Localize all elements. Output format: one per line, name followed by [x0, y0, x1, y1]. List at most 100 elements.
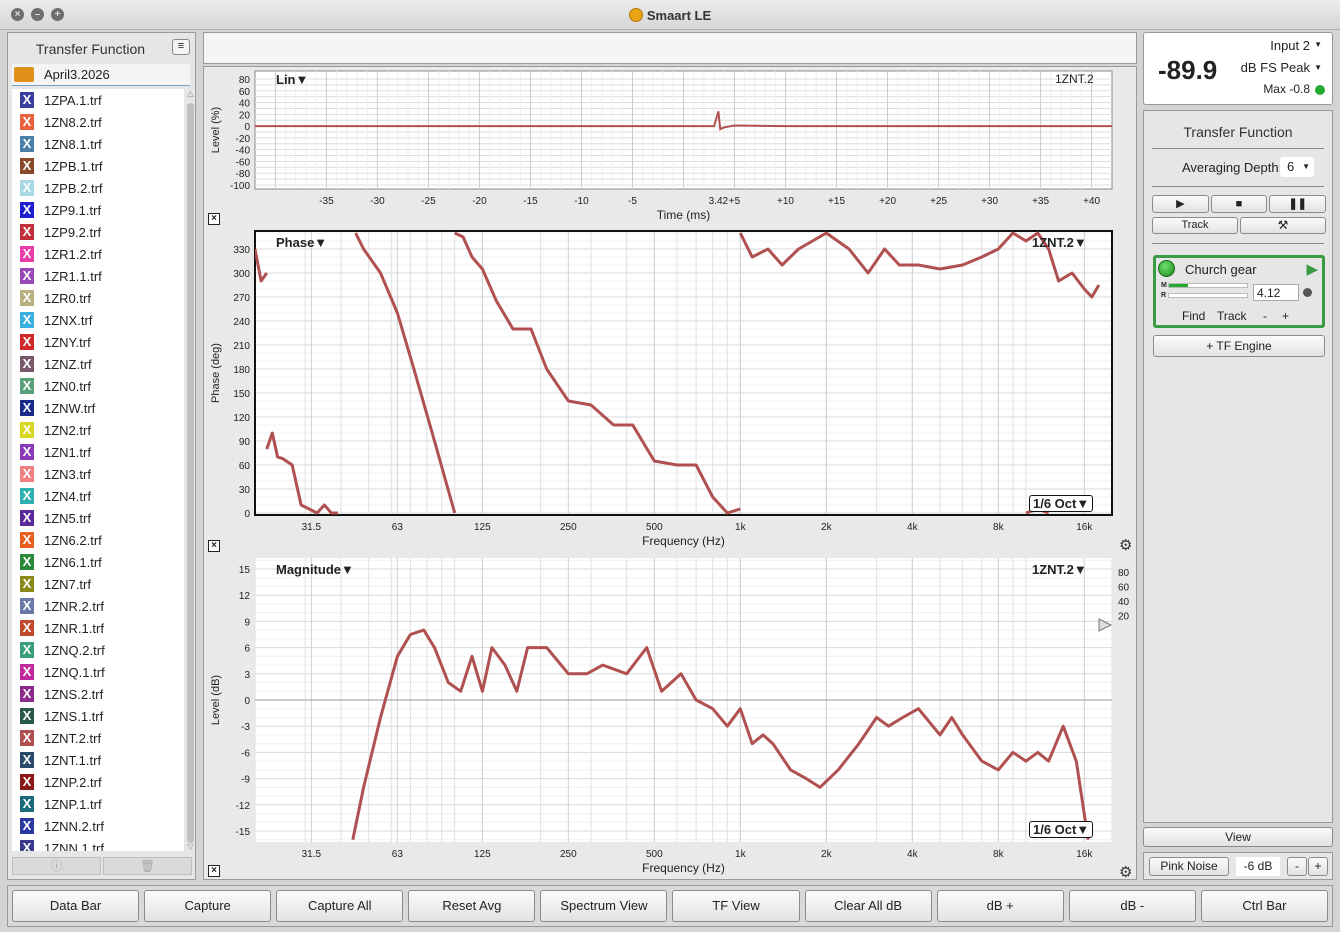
- add-tf-engine-button[interactable]: + TF Engine: [1153, 335, 1325, 357]
- stop-icon[interactable]: ■: [1210, 195, 1268, 213]
- pause-icon[interactable]: ❚❚: [1269, 195, 1327, 213]
- impulse-close-icon[interactable]: ×: [208, 213, 220, 225]
- view-button[interactable]: View: [1143, 827, 1333, 847]
- averaging-dropdown[interactable]: 6 ▼: [1280, 157, 1314, 177]
- file-list-item[interactable]: X 1ZNX.trf: [12, 309, 184, 331]
- reset-avg-button[interactable]: Reset Avg: [408, 890, 536, 922]
- file-list-item[interactable]: X 1ZN4.trf: [12, 485, 184, 507]
- scroll-thumb[interactable]: [187, 103, 194, 843]
- measurement-on-icon[interactable]: [1158, 260, 1175, 277]
- file-list-item[interactable]: X 1ZNR.2.trf: [12, 595, 184, 617]
- file-list-item[interactable]: X 1ZPB.1.trf: [12, 155, 184, 177]
- file-list-item[interactable]: X 1ZR1.1.trf: [12, 265, 184, 287]
- magnitude-gear-icon[interactable]: ⚙: [1119, 863, 1132, 881]
- file-name: 1ZP9.1.trf: [44, 203, 102, 218]
- capture-all-button[interactable]: Capture All: [276, 890, 404, 922]
- db-button[interactable]: dB -: [1068, 890, 1196, 922]
- scroll-down-icon[interactable]: ▽: [186, 842, 195, 851]
- tools-icon[interactable]: ⚒: [1240, 217, 1326, 234]
- file-list-item[interactable]: X 1ZNS.1.trf: [12, 705, 184, 727]
- scroll-up-icon[interactable]: △: [186, 89, 195, 98]
- unit-chevron-down-icon[interactable]: ▼: [1314, 63, 1322, 72]
- play-icon[interactable]: ▶: [1152, 195, 1209, 213]
- trace-file-icon: X: [20, 752, 34, 768]
- magnitude-close-icon[interactable]: ×: [208, 865, 220, 877]
- hamburger-menu-icon[interactable]: ≡: [172, 39, 190, 55]
- unit-dropdown[interactable]: dB FS Peak: [1241, 60, 1310, 75]
- track-delay-button[interactable]: Track: [1217, 309, 1247, 323]
- file-list-item[interactable]: X 1ZN1.trf: [12, 441, 184, 463]
- impulse-mode-dropdown[interactable]: Lin▼: [276, 72, 308, 87]
- file-list-item[interactable]: X 1ZP9.1.trf: [12, 199, 184, 221]
- file-list-item[interactable]: X 1ZN6.2.trf: [12, 529, 184, 551]
- file-list-scrollbar[interactable]: △ ▽: [186, 89, 195, 851]
- file-list-item[interactable]: X 1ZN7.trf: [12, 573, 184, 595]
- input-chevron-down-icon[interactable]: ▼: [1314, 40, 1322, 49]
- file-list-item[interactable]: X 1ZR0.trf: [12, 287, 184, 309]
- pink-noise-button[interactable]: Pink Noise: [1149, 857, 1229, 876]
- file-list-item[interactable]: X 1ZNQ.1.trf: [12, 661, 184, 683]
- phase-y-tick: 150: [233, 389, 250, 400]
- file-list-item[interactable]: X 1ZNS.2.trf: [12, 683, 184, 705]
- file-list-item[interactable]: X 1ZN2.trf: [12, 419, 184, 441]
- file-list-item[interactable]: X 1ZP9.2.trf: [12, 221, 184, 243]
- file-list-item[interactable]: X 1ZR1.2.trf: [12, 243, 184, 265]
- phase-trace-dropdown[interactable]: 1ZNT.2▼: [1032, 235, 1087, 250]
- file-list[interactable]: X 1ZPA.1.trf X 1ZN8.2.trf X 1ZN8.1.trf X 1ZPB.1…: [12, 89, 184, 851]
- info-icon[interactable]: ⓘ: [12, 857, 101, 875]
- file-list-item[interactable]: X 1ZNW.trf: [12, 397, 184, 419]
- generator-plus-button[interactable]: +: [1308, 857, 1328, 876]
- phase-close-icon[interactable]: ×: [208, 540, 220, 552]
- measurement-card[interactable]: Church gear ▶ M R 4.12 Find Track - +: [1153, 255, 1325, 328]
- generator-level[interactable]: -6 dB: [1236, 857, 1280, 876]
- trash-icon[interactable]: 🗑: [103, 857, 192, 875]
- file-list-item[interactable]: X 1ZN8.1.trf: [12, 133, 184, 155]
- db-button[interactable]: dB +: [936, 890, 1064, 922]
- file-list-item[interactable]: X 1ZN0.trf: [12, 375, 184, 397]
- trace-file-icon: X: [20, 224, 34, 240]
- ctrl-bar-button[interactable]: Ctrl Bar: [1200, 890, 1328, 922]
- file-list-item[interactable]: X 1ZNN.2.trf: [12, 815, 184, 837]
- file-list-item[interactable]: X 1ZNQ.2.trf: [12, 639, 184, 661]
- file-list-item[interactable]: X 1ZNT.2.trf: [12, 727, 184, 749]
- find-button[interactable]: Find: [1182, 309, 1205, 323]
- delay-minus-button[interactable]: -: [1263, 309, 1267, 323]
- phase-smoothing-dropdown[interactable]: 1/6 Oct▼: [1029, 495, 1094, 512]
- input-dropdown[interactable]: Input 2: [1270, 38, 1310, 53]
- file-list-item[interactable]: X 1ZNN.1.trf: [12, 837, 184, 851]
- file-list-item[interactable]: X 1ZN3.trf: [12, 463, 184, 485]
- file-list-item[interactable]: X 1ZNP.1.trf: [12, 793, 184, 815]
- plot-canvas[interactable]: 806040200-20-40-60-80-100-35 -30 -25 -20 -15…: [204, 67, 1138, 881]
- trace-file-icon: X: [20, 686, 34, 702]
- magnitude-trace-dropdown[interactable]: 1ZNT.2▼: [1032, 562, 1087, 577]
- trace-file-icon: X: [20, 422, 34, 438]
- phase-y-tick: 90: [239, 437, 251, 448]
- file-list-item[interactable]: X 1ZPB.2.trf: [12, 177, 184, 199]
- file-list-item[interactable]: X 1ZNZ.trf: [12, 353, 184, 375]
- file-list-item[interactable]: X 1ZNR.1.trf: [12, 617, 184, 639]
- file-name: 1ZNY.trf: [44, 335, 91, 350]
- spectrum-view-button[interactable]: Spectrum View: [540, 890, 668, 922]
- capture-button[interactable]: Capture: [144, 890, 272, 922]
- file-list-item[interactable]: X 1ZNT.1.trf: [12, 749, 184, 771]
- generator-minus-button[interactable]: -: [1287, 857, 1307, 876]
- file-list-item[interactable]: X 1ZN6.1.trf: [12, 551, 184, 573]
- file-list-item[interactable]: X 1ZN8.2.trf: [12, 111, 184, 133]
- clear-all-db-button[interactable]: Clear All dB: [804, 890, 932, 922]
- file-list-item[interactable]: X 1ZNY.trf: [12, 331, 184, 353]
- file-list-item[interactable]: X 1ZNP.2.trf: [12, 771, 184, 793]
- phase-gear-icon[interactable]: ⚙: [1119, 536, 1132, 554]
- data-bar-button[interactable]: Data Bar: [12, 890, 140, 922]
- play-measurement-icon[interactable]: ▶: [1306, 260, 1318, 278]
- folder-row[interactable]: April3.2026: [12, 64, 190, 86]
- file-list-item[interactable]: X 1ZPA.1.trf: [12, 89, 184, 111]
- magnitude-smoothing-dropdown[interactable]: 1/6 Oct▼: [1029, 821, 1094, 838]
- delay-field[interactable]: 4.12: [1253, 284, 1299, 301]
- file-list-item[interactable]: X 1ZN5.trf: [12, 507, 184, 529]
- phase-mode-dropdown[interactable]: Phase▼: [276, 235, 327, 250]
- magnitude-mode-dropdown[interactable]: Magnitude▼: [276, 562, 354, 577]
- delay-plus-button[interactable]: +: [1282, 309, 1289, 323]
- trace-file-icon: X: [20, 444, 34, 460]
- track-button[interactable]: Track: [1152, 217, 1238, 234]
- tf-view-button[interactable]: TF View: [672, 890, 800, 922]
